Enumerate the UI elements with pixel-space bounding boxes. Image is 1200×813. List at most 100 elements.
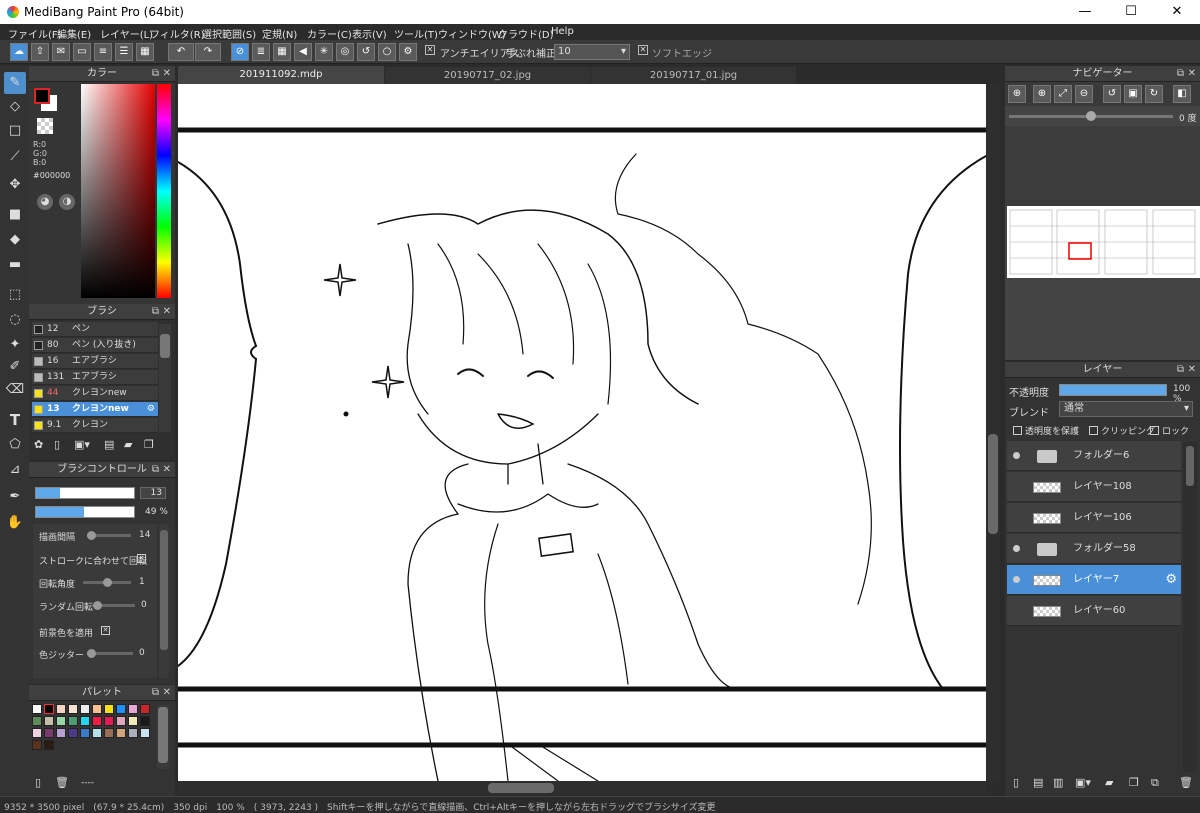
menu-view[interactable]: 表示(V) bbox=[352, 26, 387, 41]
random-rotation-slider-knob[interactable] bbox=[93, 601, 102, 610]
palette-scrollbar[interactable] bbox=[157, 705, 169, 769]
eyedropper-tool-icon[interactable]: ⊿ bbox=[4, 459, 26, 481]
brush-item[interactable]: 80 ペン (入り抜き) bbox=[32, 338, 158, 353]
snap-grid-icon[interactable]: ▦ bbox=[273, 43, 291, 61]
lasso-tool-icon[interactable]: ◌ bbox=[4, 309, 26, 331]
rotation-slider[interactable] bbox=[1009, 111, 1173, 121]
add-brush-icon[interactable]: ✿ bbox=[34, 438, 43, 451]
close-icon[interactable]: ✕ bbox=[163, 304, 171, 320]
stabilizer-select[interactable]: 10 ▾ bbox=[554, 44, 630, 60]
rotation-slider-knob[interactable] bbox=[103, 578, 112, 587]
brush-tool-icon[interactable]: ✎ bbox=[4, 72, 26, 94]
palette-swatch[interactable] bbox=[44, 740, 54, 750]
scrollbar-thumb[interactable] bbox=[988, 434, 998, 534]
close-icon[interactable]: ✕ bbox=[163, 685, 171, 701]
palette-swatch[interactable] bbox=[32, 740, 42, 750]
snap-off-icon[interactable]: ⊘ bbox=[231, 43, 249, 61]
palette-swatch[interactable] bbox=[140, 728, 150, 738]
fg-color-swatch[interactable] bbox=[34, 88, 50, 104]
line-tool-icon[interactable]: ⟋ bbox=[4, 146, 26, 168]
jitter-slider-knob[interactable] bbox=[87, 649, 96, 658]
menu-edit[interactable]: 編集(E) bbox=[57, 26, 91, 41]
close-button[interactable]: ✕ bbox=[1154, 0, 1200, 24]
new-1bit-layer-icon[interactable]: ▥ bbox=[1053, 776, 1063, 789]
menu-window[interactable]: ウィンドウ(W) bbox=[438, 26, 506, 41]
brush-menu-icon[interactable]: ▣▾ bbox=[74, 438, 90, 451]
close-icon[interactable]: ✕ bbox=[1188, 362, 1196, 378]
layer-row[interactable]: レイヤー60 bbox=[1007, 596, 1181, 626]
list-icon[interactable]: ≡ bbox=[94, 43, 112, 61]
palette-swatch[interactable] bbox=[44, 716, 54, 726]
menu-ruler[interactable]: 定規(N) bbox=[262, 26, 297, 41]
layer-opacity-slider[interactable] bbox=[1059, 384, 1167, 396]
folder-icon[interactable]: ▰ bbox=[124, 438, 132, 451]
palette-swatch[interactable] bbox=[68, 728, 78, 738]
select-tool-icon[interactable]: ⬚ bbox=[4, 284, 26, 306]
palette-swatch[interactable] bbox=[32, 716, 42, 726]
rotate-left-icon[interactable]: ↺ bbox=[1103, 85, 1121, 103]
layer-row-selected[interactable]: レイヤー7 ⚙ bbox=[1007, 565, 1181, 595]
lock-checkbox[interactable] bbox=[1150, 426, 1159, 435]
snap-radial-icon[interactable]: ✳ bbox=[315, 43, 333, 61]
close-icon[interactable]: ✕ bbox=[163, 66, 171, 82]
fit-icon[interactable]: ⤢ bbox=[1054, 85, 1072, 103]
palette-swatch[interactable] bbox=[92, 716, 102, 726]
scrollbar-thumb[interactable] bbox=[160, 334, 170, 358]
brush-item[interactable]: 12 ペン bbox=[32, 322, 158, 337]
grid-icon[interactable]: ▦ bbox=[136, 43, 154, 61]
menu-selection[interactable]: 選択範囲(S) bbox=[202, 26, 256, 41]
palette-swatch[interactable] bbox=[56, 728, 66, 738]
select-pen-tool-icon[interactable]: ✐ bbox=[4, 356, 26, 378]
hue-slider[interactable] bbox=[157, 84, 171, 298]
gradient-tool-icon[interactable]: ▬ bbox=[4, 254, 26, 276]
size-slider[interactable] bbox=[35, 487, 135, 499]
bucket-tool-icon[interactable]: ◆ bbox=[4, 229, 26, 251]
palette-swatch[interactable] bbox=[128, 704, 138, 714]
menu-help[interactable]: Help bbox=[551, 26, 574, 37]
popout-icon[interactable]: ⧉ bbox=[1177, 362, 1184, 378]
close-icon[interactable]: ✕ bbox=[1188, 66, 1196, 82]
menu-color[interactable]: カラー(C) bbox=[307, 26, 352, 41]
spacing-slider[interactable] bbox=[87, 531, 131, 540]
menu-file[interactable]: ファイル(F) bbox=[8, 26, 62, 41]
palette-swatch[interactable] bbox=[92, 704, 102, 714]
trash-icon[interactable]: 🗑 bbox=[1179, 776, 1193, 789]
menu-layer[interactable]: レイヤー(L) bbox=[100, 26, 153, 41]
new-layer-icon[interactable]: ▯ bbox=[1013, 776, 1019, 789]
brush-item[interactable]: 44 クレヨンnew bbox=[32, 386, 158, 401]
palette-swatch[interactable] bbox=[128, 728, 138, 738]
popout-icon[interactable]: ⧉ bbox=[152, 462, 159, 478]
popout-icon[interactable]: ⧉ bbox=[152, 304, 159, 320]
size-value[interactable]: 13 bbox=[140, 487, 166, 499]
visibility-eye-icon[interactable] bbox=[1013, 545, 1020, 552]
tab-20190717-01[interactable]: 20190717_01.jpg bbox=[591, 67, 796, 84]
opacity-slider[interactable] bbox=[35, 506, 135, 518]
brush-item[interactable]: 131 エアブラシ bbox=[32, 370, 158, 385]
visibility-eye-icon[interactable] bbox=[1013, 452, 1020, 459]
palette-swatch[interactable] bbox=[44, 704, 54, 714]
scrollbar-thumb[interactable] bbox=[1186, 446, 1194, 486]
snap-circle-icon[interactable]: ◎ bbox=[336, 43, 354, 61]
palette-swatch[interactable] bbox=[116, 704, 126, 714]
popout-icon[interactable]: ⧉ bbox=[152, 66, 159, 82]
palette-swatch[interactable] bbox=[56, 716, 66, 726]
move-tool-icon[interactable]: ✥ bbox=[4, 174, 26, 196]
snap-ellipse-icon[interactable]: ○ bbox=[378, 43, 396, 61]
fg-color-checkbox[interactable]: ✕ bbox=[101, 626, 110, 635]
folder-icon[interactable]: ▰ bbox=[1105, 776, 1113, 789]
scrollbar-thumb[interactable] bbox=[158, 707, 168, 763]
zoom-out-icon[interactable]: ⊖ bbox=[1075, 85, 1093, 103]
palette-swatch[interactable] bbox=[104, 704, 114, 714]
random-rotation-slider[interactable] bbox=[93, 601, 135, 610]
snap-settings-icon[interactable]: ⚙ bbox=[399, 43, 417, 61]
jitter-slider[interactable] bbox=[87, 649, 133, 658]
vertical-scrollbar[interactable] bbox=[986, 84, 1000, 781]
eyedrop-color-icon[interactable]: ◑ bbox=[59, 194, 75, 210]
rotation-slider-knob[interactable] bbox=[1086, 111, 1096, 121]
snap-curve-icon[interactable]: ↺ bbox=[357, 43, 375, 61]
snap-parallel-icon[interactable]: ≣ bbox=[252, 43, 270, 61]
blend-select[interactable]: 通常 ▾ bbox=[1059, 401, 1193, 417]
palette-swatch[interactable] bbox=[32, 728, 42, 738]
flip-icon[interactable]: ◧ bbox=[1173, 85, 1191, 103]
palette-swatch[interactable] bbox=[128, 716, 138, 726]
